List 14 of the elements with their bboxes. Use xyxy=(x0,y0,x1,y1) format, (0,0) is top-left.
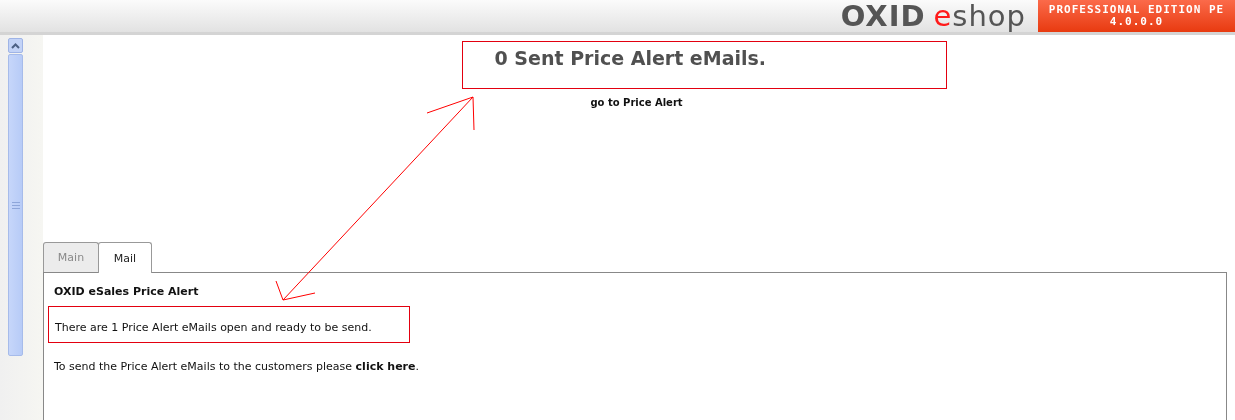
sent-message: 0 Sent Price Alert eMails. xyxy=(461,41,947,89)
grip-icon xyxy=(11,201,20,209)
scroll-up-icon[interactable] xyxy=(11,42,20,49)
logo-text: shop xyxy=(952,0,1026,32)
status-text: There are 1 Price Alert eMails open and ready to be send. xyxy=(48,306,410,343)
price-alert-link[interactable]: go to Price Alert xyxy=(590,97,683,108)
logo-text: OXID xyxy=(840,0,926,32)
panel-title: OXID eSales Price Alert xyxy=(54,285,200,298)
tab[interactable]: Mail xyxy=(98,242,152,273)
instruction-text: To send the Price Alert eMails to the customers please click here. xyxy=(54,360,420,373)
edition-label: PROFESSIONAL EDITION PE xyxy=(1048,4,1225,16)
logo-text: e xyxy=(933,0,953,32)
version-label: 4.0.0.0 xyxy=(1109,16,1164,28)
scrollbar[interactable] xyxy=(8,38,23,356)
